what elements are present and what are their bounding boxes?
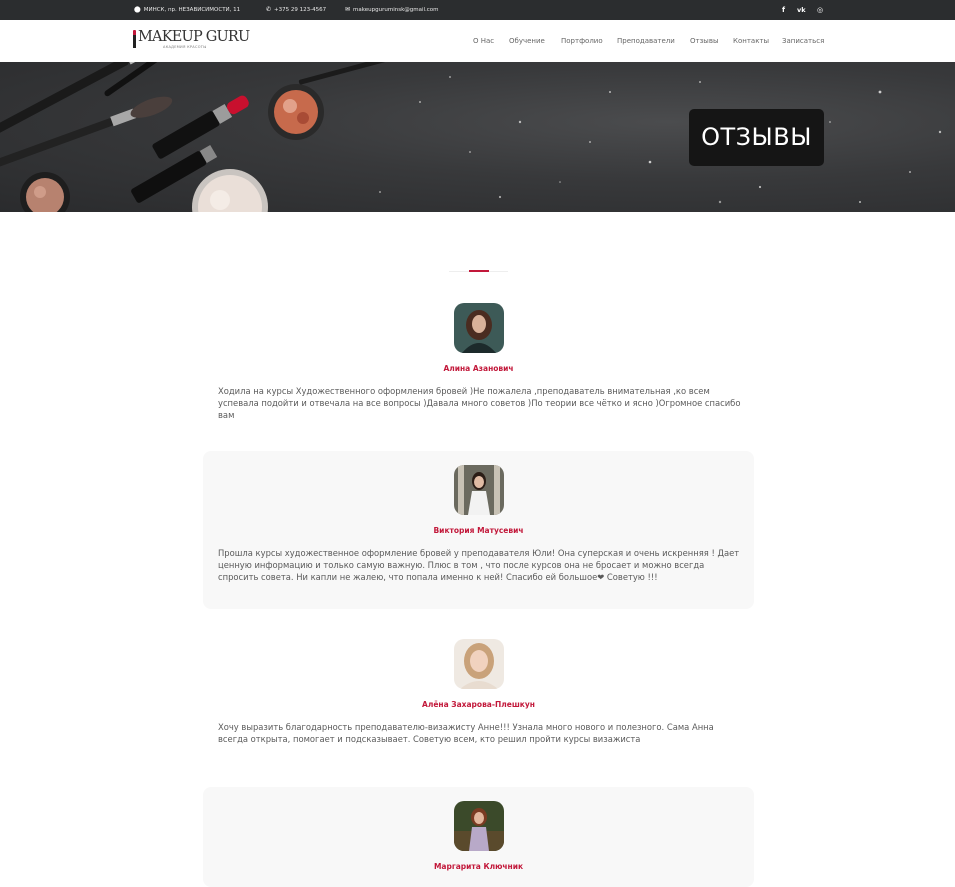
map-marker-icon: ⬤ — [134, 6, 141, 13]
top-bar: ⬤ МИНСК, пр. НЕЗАВИСИМОСТИ, 11 ✆ +375 29 1… — [0, 0, 955, 20]
review-text: Хочу выразить благодарность преподавател… — [218, 722, 714, 744]
phone-info[interactable]: ✆ +375 29 123-4567 — [266, 0, 326, 20]
reviewer-photo — [454, 303, 504, 353]
review-card: Маргарита Ключник — [203, 787, 754, 887]
facebook-icon[interactable]: f — [782, 0, 785, 20]
section-divider — [449, 270, 508, 272]
vk-icon[interactable]: vk — [797, 0, 806, 20]
nav-about[interactable]: О Нас — [473, 20, 494, 62]
site-logo[interactable]: MAKEUP GURU АКАДЕМИЯ КРАСОТЫ — [133, 29, 250, 52]
nav-reviews[interactable]: Отзывы — [690, 20, 719, 62]
address-text: МИНСК, пр. НЕЗАВИСИМОСТИ, 11 — [143, 7, 241, 13]
reviewer-name: Маргарита Ключник — [433, 862, 524, 871]
review-text: Ходила на курсы Художественного оформлен… — [218, 386, 741, 420]
envelope-icon: ✉ — [345, 6, 351, 13]
page-title: ОТЗЫВЫ — [689, 109, 824, 166]
email-text[interactable]: makeupguruminsk@gmail.com — [353, 7, 439, 13]
lipstick-logo-icon — [133, 30, 136, 48]
reviewer-name: Виктория Матусевич — [433, 526, 524, 535]
instagram-icon[interactable]: ◎ — [817, 0, 823, 20]
nav-teachers[interactable]: Преподаватели — [617, 20, 675, 62]
nav-contacts[interactable]: Контакты — [733, 20, 769, 62]
logo-subtitle: АКАДЕМИЯ КРАСОТЫ — [163, 45, 207, 49]
avatar — [454, 639, 504, 689]
avatar — [454, 801, 504, 851]
nav-signup[interactable]: Записаться — [782, 20, 824, 62]
address-info: ⬤ МИНСК, пр. НЕЗАВИСИМОСТИ, 11 — [134, 0, 240, 20]
phone-text[interactable]: +375 29 123-4567 — [274, 7, 326, 13]
review-text: Прошла курсы художественное оформление б… — [218, 548, 740, 582]
divider-accent — [469, 270, 489, 272]
review-card: Виктория Матусевич Прошла курсы художест… — [203, 451, 754, 609]
reviewer-photo — [454, 639, 504, 689]
phone-icon: ✆ — [266, 6, 272, 13]
nav-portfolio[interactable]: Портфолио — [561, 20, 603, 62]
avatar — [454, 465, 504, 515]
review-card: Алина Азанович Ходила на курсы Художеств… — [203, 289, 754, 439]
nav-training[interactable]: Обучение — [509, 20, 545, 62]
avatar — [454, 303, 504, 353]
reviewer-name: Алина Азанович — [443, 364, 514, 373]
reviewer-name: Алёна Захарова-Плешкун — [422, 700, 535, 709]
logo-title: MAKEUP GURU — [138, 29, 250, 45]
reviewer-photo — [454, 801, 504, 851]
email-info[interactable]: ✉ makeupguruminsk@gmail.com — [345, 0, 439, 20]
review-card: Алёна Захарова-Плешкун Хочу выразить бла… — [203, 625, 754, 775]
reviewer-photo — [454, 465, 504, 515]
